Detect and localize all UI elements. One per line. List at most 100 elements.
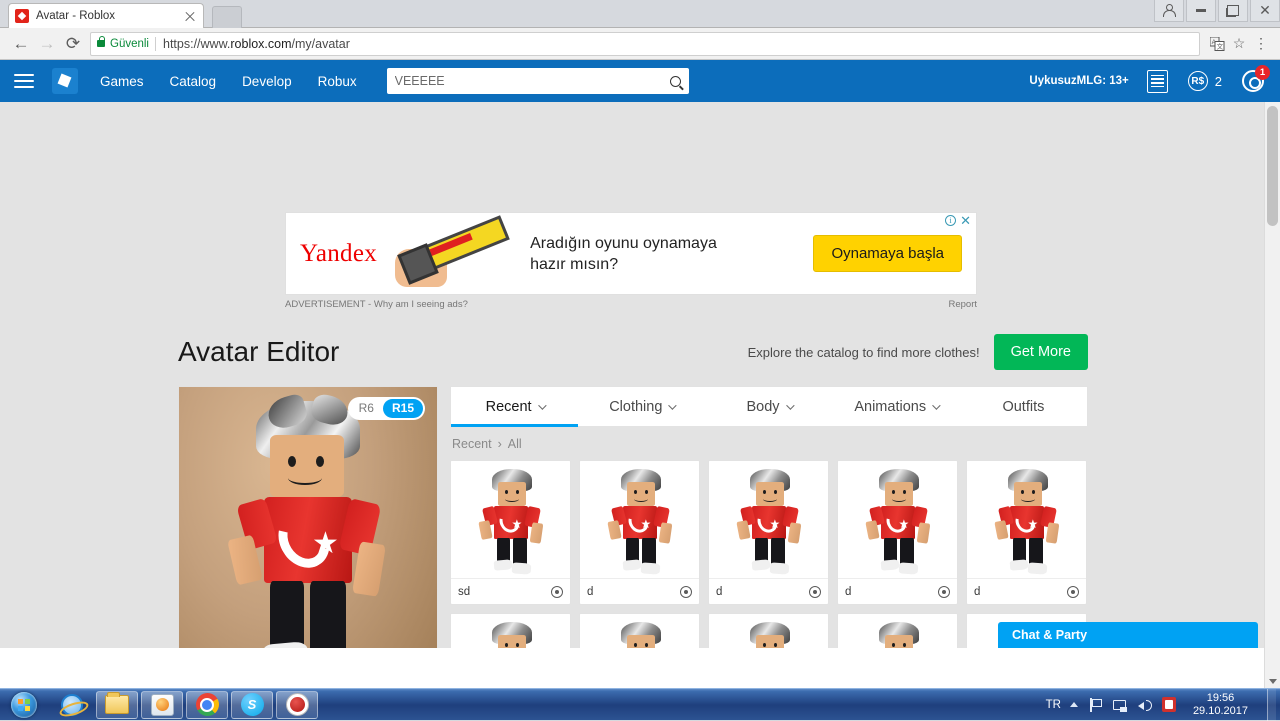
tab-body[interactable]: Body	[705, 387, 832, 426]
avatar-item-card[interactable]: ★sd	[450, 460, 571, 605]
item-label: d	[974, 586, 980, 598]
tab-clothing[interactable]: Clothing	[578, 387, 705, 426]
item-thumbnail: ★	[580, 614, 699, 648]
antivirus-icon[interactable]	[1162, 697, 1176, 712]
show-desktop-button[interactable]	[1267, 689, 1276, 721]
scrollbar-thumb[interactable]	[1267, 106, 1278, 226]
nav-link-robux[interactable]: Robux	[318, 74, 357, 89]
page-content: i ✕ Yandex Aradığın oyunu oynamaya hazır…	[0, 102, 1280, 648]
avatar-item-card[interactable]: ★Outfit 40	[708, 613, 829, 648]
network-icon[interactable]	[1112, 697, 1128, 713]
window-controls: ✕	[1152, 0, 1280, 24]
search-input[interactable]	[395, 74, 670, 88]
item-thumbnail: ★	[709, 461, 828, 578]
close-window-button[interactable]: ✕	[1250, 0, 1280, 22]
taskbar-file-explorer[interactable]	[96, 691, 138, 719]
svg-text:文: 文	[1216, 41, 1223, 50]
forward-icon[interactable]: →	[34, 31, 60, 57]
nav-link-catalog[interactable]: Catalog	[170, 74, 217, 89]
chat-and-party-bar[interactable]: Chat & Party	[998, 622, 1258, 648]
ad-disclosure-link[interactable]: ADVERTISEMENT - Why am I seeing ads?	[285, 299, 468, 310]
nav-link-games[interactable]: Games	[100, 74, 144, 89]
chevron-down-icon	[932, 401, 940, 409]
yandex-rest: andex	[316, 240, 377, 267]
skype-icon: S	[241, 693, 264, 716]
item-gear-icon[interactable]	[680, 586, 692, 598]
breadcrumb-root[interactable]: Recent	[452, 437, 492, 451]
username-label[interactable]: UykusuzMLG: 13+	[1029, 75, 1128, 87]
avatar-leg-right	[310, 581, 346, 648]
item-gear-icon[interactable]	[809, 586, 821, 598]
robux-balance[interactable]: R$ 2	[1188, 71, 1222, 91]
avatar-stage[interactable]: R6 R15 ★	[179, 387, 437, 648]
chevron-down-icon	[538, 401, 546, 409]
volume-icon[interactable]	[1137, 697, 1153, 713]
clock[interactable]: 19:56 29.10.2017	[1185, 692, 1256, 718]
taskbar-screen-recorder[interactable]	[276, 691, 318, 719]
avatar-item-card[interactable]: ★d	[837, 460, 958, 605]
ad-cta-button[interactable]: Oynamaya başla	[813, 235, 962, 272]
get-more-button[interactable]: Get More	[994, 334, 1088, 370]
tab-animations[interactable]: Animations	[833, 387, 960, 426]
item-gear-icon[interactable]	[551, 586, 563, 598]
tab-outfits[interactable]: Outfits	[960, 387, 1087, 426]
search-box[interactable]	[387, 68, 689, 94]
browser-tab-avatar-roblox[interactable]: Avatar - Roblox	[8, 3, 204, 28]
page-scrollbar[interactable]	[1264, 102, 1280, 688]
maximize-button[interactable]	[1218, 0, 1248, 22]
translate-icon[interactable]: A 文	[1206, 33, 1228, 55]
reload-icon[interactable]: ⟳	[60, 31, 86, 57]
item-footer: sd	[451, 578, 570, 604]
item-footer: d	[838, 578, 957, 604]
avatar-item-card[interactable]: ★d	[708, 460, 829, 605]
settings-button[interactable]: 1	[1242, 70, 1264, 92]
tab-close-icon[interactable]	[183, 9, 197, 23]
search-icon[interactable]	[670, 76, 681, 87]
minimize-button[interactable]	[1186, 0, 1216, 22]
item-gear-icon[interactable]	[1067, 586, 1079, 598]
address-bar[interactable]: Güvenli https://www.roblox.com/my/avatar	[90, 32, 1200, 56]
item-gear-icon[interactable]	[938, 586, 950, 598]
start-button[interactable]	[0, 690, 48, 720]
ad-headline-line2: hazır mısın?	[530, 254, 813, 275]
url-domain: roblox.com	[230, 37, 291, 51]
show-hidden-icons-icon[interactable]	[1070, 702, 1078, 707]
bookmark-star-icon[interactable]: ☆	[1228, 33, 1250, 55]
robux-amount: 2	[1215, 74, 1222, 89]
new-tab-button[interactable]	[212, 6, 242, 28]
chrome-menu-icon[interactable]: ⋮	[1250, 33, 1272, 55]
ad-report-link[interactable]: Report	[948, 299, 977, 310]
messages-icon[interactable]	[1147, 70, 1168, 93]
avatar-item-card[interactable]: ★d	[966, 460, 1087, 605]
back-icon[interactable]: ←	[8, 31, 34, 57]
advertisement-banner[interactable]: i ✕ Yandex Aradığın oyunu oynamaya hazır…	[285, 212, 977, 295]
taskbar-internet-explorer[interactable]	[51, 691, 93, 719]
scroll-down-icon[interactable]	[1265, 674, 1280, 688]
rig-type-toggle[interactable]: R6 R15	[348, 397, 425, 420]
breadcrumb: Recent › All	[450, 426, 1088, 460]
roblox-logo-icon[interactable]	[52, 68, 78, 94]
avatar-item-card[interactable]: ★d	[450, 613, 571, 648]
ad-body: Yandex Aradığın oyunu oynamaya hazır mıs…	[286, 213, 976, 294]
avatar-item-card[interactable]: ★ds	[837, 613, 958, 648]
tab-recent[interactable]: Recent	[451, 387, 578, 426]
breadcrumb-current[interactable]: All	[508, 437, 522, 451]
taskbar-media-player[interactable]	[141, 691, 183, 719]
tab-title: Avatar - Roblox	[36, 10, 183, 22]
rig-option-r15[interactable]: R15	[383, 399, 423, 418]
category-tabs: RecentClothingBodyAnimationsOutfits	[450, 386, 1088, 426]
action-center-flag-icon[interactable]	[1087, 697, 1103, 713]
hamburger-menu-icon[interactable]	[14, 71, 34, 92]
profile-icon[interactable]	[1154, 0, 1184, 22]
nav-link-develop[interactable]: Develop	[242, 74, 292, 89]
avatar-eye-left	[288, 456, 296, 467]
taskbar-skype[interactable]: S	[231, 691, 273, 719]
ad-info-icon[interactable]: i	[945, 215, 956, 226]
taskbar-google-chrome[interactable]	[186, 691, 228, 719]
item-label: d	[587, 586, 593, 598]
ad-close-icon[interactable]: ✕	[960, 215, 971, 226]
rig-option-r6[interactable]: R6	[350, 399, 383, 418]
avatar-item-card[interactable]: ★d	[579, 460, 700, 605]
avatar-item-card[interactable]: ★d	[579, 613, 700, 648]
language-indicator[interactable]: TR	[1046, 699, 1061, 711]
